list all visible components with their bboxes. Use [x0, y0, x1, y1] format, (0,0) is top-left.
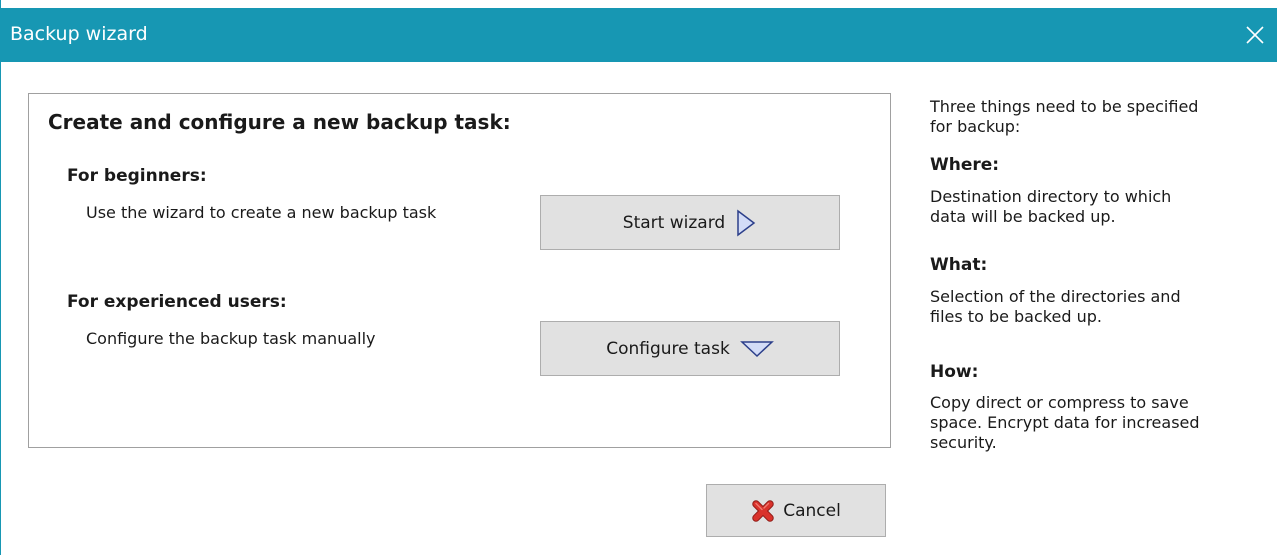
- how-text-line-3: security.: [930, 433, 997, 452]
- info-intro: Three things need to be specified for ba…: [930, 97, 1260, 137]
- close-icon: [1246, 26, 1264, 44]
- what-heading: What:: [930, 255, 988, 275]
- triangle-right-icon: [737, 209, 756, 236]
- cancel-label: Cancel: [783, 500, 841, 521]
- configure-task-button[interactable]: Configure task: [540, 321, 840, 376]
- where-text: Destination directory to which data will…: [930, 187, 1260, 227]
- title-bar: Backup wizard: [1, 8, 1277, 62]
- what-text-line-2: files to be backed up.: [930, 307, 1102, 326]
- beginners-heading: For beginners:: [67, 166, 207, 186]
- backup-wizard-window: Backup wizard Create and configure a new…: [0, 0, 1277, 555]
- where-text-line-2: data will be backed up.: [930, 207, 1116, 226]
- what-text-line-1: Selection of the directories and: [930, 287, 1181, 306]
- experienced-heading: For experienced users:: [67, 292, 287, 312]
- experienced-description: Configure the backup task manually: [86, 329, 376, 348]
- info-intro-line-2: for backup:: [930, 117, 1021, 136]
- where-heading: Where:: [930, 155, 1000, 175]
- new-backup-task-group: Create and configure a new backup task: …: [28, 93, 891, 448]
- how-heading: How:: [930, 362, 979, 382]
- cancel-button[interactable]: Cancel: [706, 484, 886, 537]
- window-title: Backup wizard: [10, 23, 148, 45]
- how-text: Copy direct or compress to save space. E…: [930, 393, 1260, 453]
- configure-task-label: Configure task: [606, 338, 730, 359]
- start-wizard-label: Start wizard: [622, 212, 726, 233]
- group-heading: Create and configure a new backup task:: [48, 110, 511, 134]
- info-intro-line-1: Three things need to be specified: [930, 97, 1199, 116]
- start-wizard-button[interactable]: Start wizard: [540, 195, 840, 250]
- where-text-line-1: Destination directory to which: [930, 187, 1172, 206]
- close-button[interactable]: [1232, 8, 1277, 62]
- beginners-description: Use the wizard to create a new backup ta…: [86, 203, 437, 222]
- how-text-line-1: Copy direct or compress to save: [930, 393, 1189, 412]
- red-x-icon: [752, 499, 774, 522]
- triangle-down-icon: [739, 340, 774, 357]
- what-text: Selection of the directories and files t…: [930, 287, 1260, 327]
- how-text-line-2: space. Encrypt data for increased: [930, 413, 1200, 432]
